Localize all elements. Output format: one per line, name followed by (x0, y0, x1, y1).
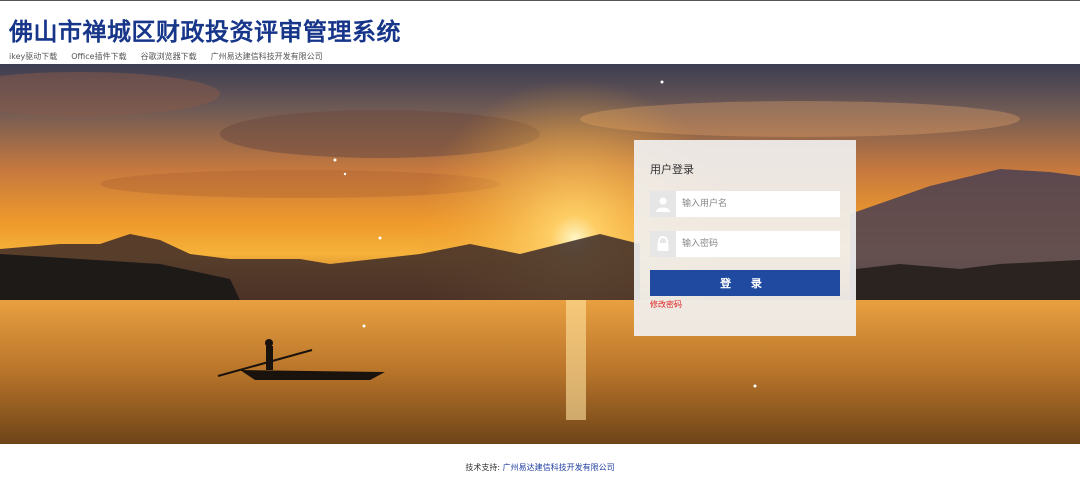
hero-background (0, 64, 1080, 444)
password-input[interactable] (676, 231, 840, 257)
login-panel: 用户登录 登 录 修改密码 (634, 140, 856, 336)
username-field (650, 191, 840, 217)
ikey-driver-download-link[interactable]: ikey驱动下载 (9, 51, 57, 62)
sunset-lake-scene (0, 72, 1080, 444)
change-password-link[interactable]: 修改密码 (650, 299, 682, 310)
footer: 技术支持: 广州易达建信科技开发有限公司 (0, 462, 1080, 473)
login-title: 用户登录 (650, 163, 694, 176)
office-plugin-download-link[interactable]: Office插件下载 (71, 51, 126, 62)
footer-label: 技术支持: (465, 463, 501, 472)
header-links: ikey驱动下载 Office插件下载 谷歌浏览器下载 广州易达建信科技开发有限… (9, 51, 323, 62)
footer-company-link[interactable]: 广州易达建信科技开发有限公司 (503, 463, 615, 472)
company-link[interactable]: 广州易达建信科技开发有限公司 (211, 51, 323, 62)
lock-icon (650, 231, 676, 257)
login-button[interactable]: 登 录 (650, 270, 840, 296)
username-input[interactable] (676, 191, 840, 217)
header: 佛山市禅城区财政投资评审管理系统 ikey驱动下载 Office插件下载 谷歌浏… (0, 1, 1080, 64)
password-field (650, 231, 840, 257)
user-icon (650, 191, 676, 217)
site-title: 佛山市禅城区财政投资评审管理系统 (9, 18, 401, 46)
chrome-download-link[interactable]: 谷歌浏览器下载 (141, 51, 197, 62)
